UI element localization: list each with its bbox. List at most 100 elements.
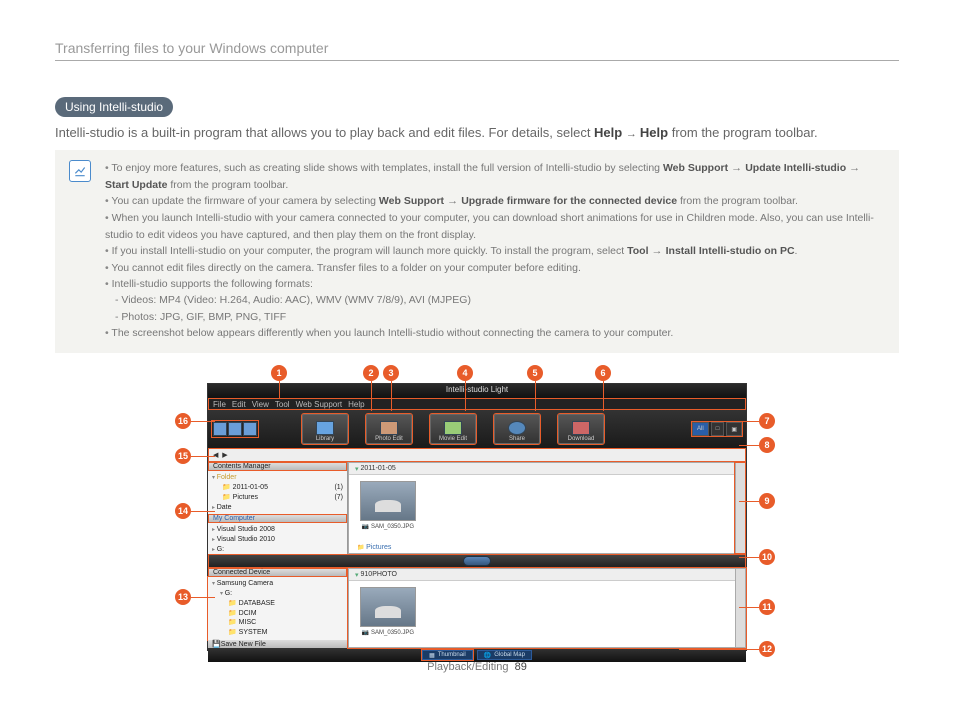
- callout-13: 13: [175, 589, 191, 605]
- t: Web Support: [663, 162, 728, 174]
- thumbnail-view-button[interactable]: ▦ Thumbnail: [422, 650, 473, 660]
- t: Photo Edit: [375, 436, 403, 442]
- thumbnail-item[interactable]: 📷 SAM_0350.JPG: [357, 587, 419, 636]
- arrow-icon: →: [649, 245, 666, 257]
- tree-row[interactable]: Visual Studio 2008: [212, 525, 343, 535]
- tree-row[interactable]: 📁 SYSTEM: [212, 628, 343, 638]
- scrollbar[interactable]: [735, 569, 745, 647]
- filter-all-button[interactable]: All: [692, 422, 709, 436]
- tree-row[interactable]: G:: [212, 545, 343, 555]
- menu-edit[interactable]: Edit: [232, 400, 246, 409]
- pictures-link[interactable]: Pictures: [357, 544, 391, 551]
- intro-help2: Help: [640, 125, 668, 140]
- t: Folder: [217, 474, 237, 481]
- nav-prev-icon[interactable]: ◀: [213, 451, 218, 459]
- callout-6: 6: [595, 365, 611, 381]
- callout-4: 4: [457, 365, 473, 381]
- t: Update Intelli-studio: [745, 162, 846, 174]
- photo-edit-button[interactable]: Photo Edit: [366, 414, 412, 444]
- t: Intelli-studio supports the following fo…: [112, 278, 313, 290]
- t: DCIM: [239, 610, 257, 617]
- content-lower: 910PHOTO 📷 SAM_0350.JPG: [348, 568, 746, 648]
- folder-group-bar[interactable]: 910PHOTO: [349, 569, 745, 581]
- callout-1: 1: [271, 365, 287, 381]
- arrow-icon: →: [846, 162, 860, 174]
- nav-thumb[interactable]: [213, 422, 227, 436]
- connected-device-header[interactable]: Connected Device: [208, 568, 347, 577]
- t: SAM_0350.JPG: [371, 630, 414, 636]
- tree-row[interactable]: 📁 2011-01-05 (1): [212, 483, 343, 493]
- tree-date[interactable]: Date: [212, 503, 343, 513]
- menu-file[interactable]: File: [213, 400, 226, 409]
- t: Share: [509, 436, 525, 442]
- note-icon: [69, 160, 91, 182]
- tree-row[interactable]: 📁 Pictures (7): [212, 493, 343, 503]
- t: Download: [568, 436, 595, 442]
- nav-thumb[interactable]: [228, 422, 242, 436]
- callout-15: 15: [175, 448, 191, 464]
- t: Thumbnail: [438, 652, 466, 658]
- thumbnail-image: [360, 587, 416, 627]
- t: DATABASE: [239, 600, 275, 607]
- t: Tool: [627, 245, 648, 257]
- note-item: If you install Intelli-studio on your co…: [105, 243, 885, 260]
- nav-bar[interactable]: ◀ ▶: [208, 448, 746, 462]
- t: (7): [334, 493, 343, 503]
- menu-help[interactable]: Help: [348, 400, 364, 409]
- filter-photo-button[interactable]: □: [711, 422, 725, 436]
- share-button[interactable]: Share: [494, 414, 540, 444]
- callout-14: 14: [175, 503, 191, 519]
- contents-manager-header[interactable]: Contents Manager: [208, 462, 347, 471]
- my-computer-header[interactable]: My Computer: [208, 514, 347, 523]
- tree-folder[interactable]: Folder: [212, 473, 343, 483]
- t: To enjoy more features, such as creating…: [111, 162, 663, 174]
- sidebar-lower: Connected Device Samsung Camera G: 📁 DAT…: [208, 568, 348, 648]
- menu-tool[interactable]: Tool: [275, 400, 290, 409]
- download-button[interactable]: Download: [558, 414, 604, 444]
- t: Upgrade firmware for the connected devic…: [461, 195, 677, 207]
- note-box: To enjoy more features, such as creating…: [55, 150, 899, 353]
- callout-2: 2: [363, 365, 379, 381]
- thumbnail-item[interactable]: 📷 SAM_0350.JPG: [357, 481, 419, 530]
- callout-11: 11: [759, 599, 775, 615]
- tree-row[interactable]: 📁 MISC: [212, 618, 343, 628]
- footer-section: Playback/Editing: [427, 661, 508, 673]
- menu-view[interactable]: View: [252, 400, 269, 409]
- tree-row[interactable]: 📁 DCIM: [212, 609, 343, 619]
- tree-row[interactable]: 📁 DATABASE: [212, 599, 343, 609]
- thumbnail-caption: 📷 SAM_0350.JPG: [362, 523, 414, 530]
- page-footer: Playback/Editing 89: [55, 661, 899, 673]
- t: Web Support: [379, 195, 444, 207]
- tree-row[interactable]: Visual Studio 2010: [212, 535, 343, 545]
- t: from the program toolbar.: [170, 179, 288, 191]
- computer-tree: Visual Studio 2008 Visual Studio 2010 G:: [208, 523, 347, 556]
- menubar[interactable]: File Edit View Tool Web Support Help: [208, 398, 746, 410]
- download-icon: [572, 421, 590, 435]
- scrollbar[interactable]: [735, 463, 745, 553]
- global-map-button[interactable]: 🌐 Global Map: [477, 650, 532, 660]
- thumbnail-image: [360, 481, 416, 521]
- date-group-bar[interactable]: 2011-01-05: [349, 463, 745, 475]
- callout-3: 3: [383, 365, 399, 381]
- movie-edit-button[interactable]: Movie Edit: [430, 414, 476, 444]
- t: 2011-01-05: [233, 484, 268, 491]
- tree-row[interactable]: Samsung Camera: [212, 579, 343, 589]
- callout-12: 12: [759, 641, 775, 657]
- menu-websupport[interactable]: Web Support: [296, 400, 343, 409]
- sidebar-upper: Contents Manager Folder 📁 2011-01-05 (1)…: [208, 462, 348, 554]
- tree-row[interactable]: G:: [212, 589, 343, 599]
- save-new-file-button[interactable]: 💾 Save New File: [208, 640, 347, 648]
- filter-movie-button[interactable]: ▣: [726, 422, 742, 436]
- section-pill: Using Intelli-studio: [55, 97, 173, 117]
- intro-text: Intelli-studio is a built-in program tha…: [55, 125, 899, 140]
- note-item: When you launch Intelli-studio with your…: [105, 210, 885, 243]
- arrow-icon: →: [728, 162, 745, 174]
- status-bar: ▦ Thumbnail 🌐 Global Map: [208, 648, 746, 662]
- nav-thumbs[interactable]: [213, 422, 257, 436]
- callout-10: 10: [759, 549, 775, 565]
- nav-thumb[interactable]: [243, 422, 257, 436]
- callout-16: 16: [175, 413, 191, 429]
- collapse-knob-icon[interactable]: [463, 556, 491, 566]
- nav-next-icon[interactable]: ▶: [222, 451, 227, 459]
- library-button[interactable]: Library: [302, 414, 348, 444]
